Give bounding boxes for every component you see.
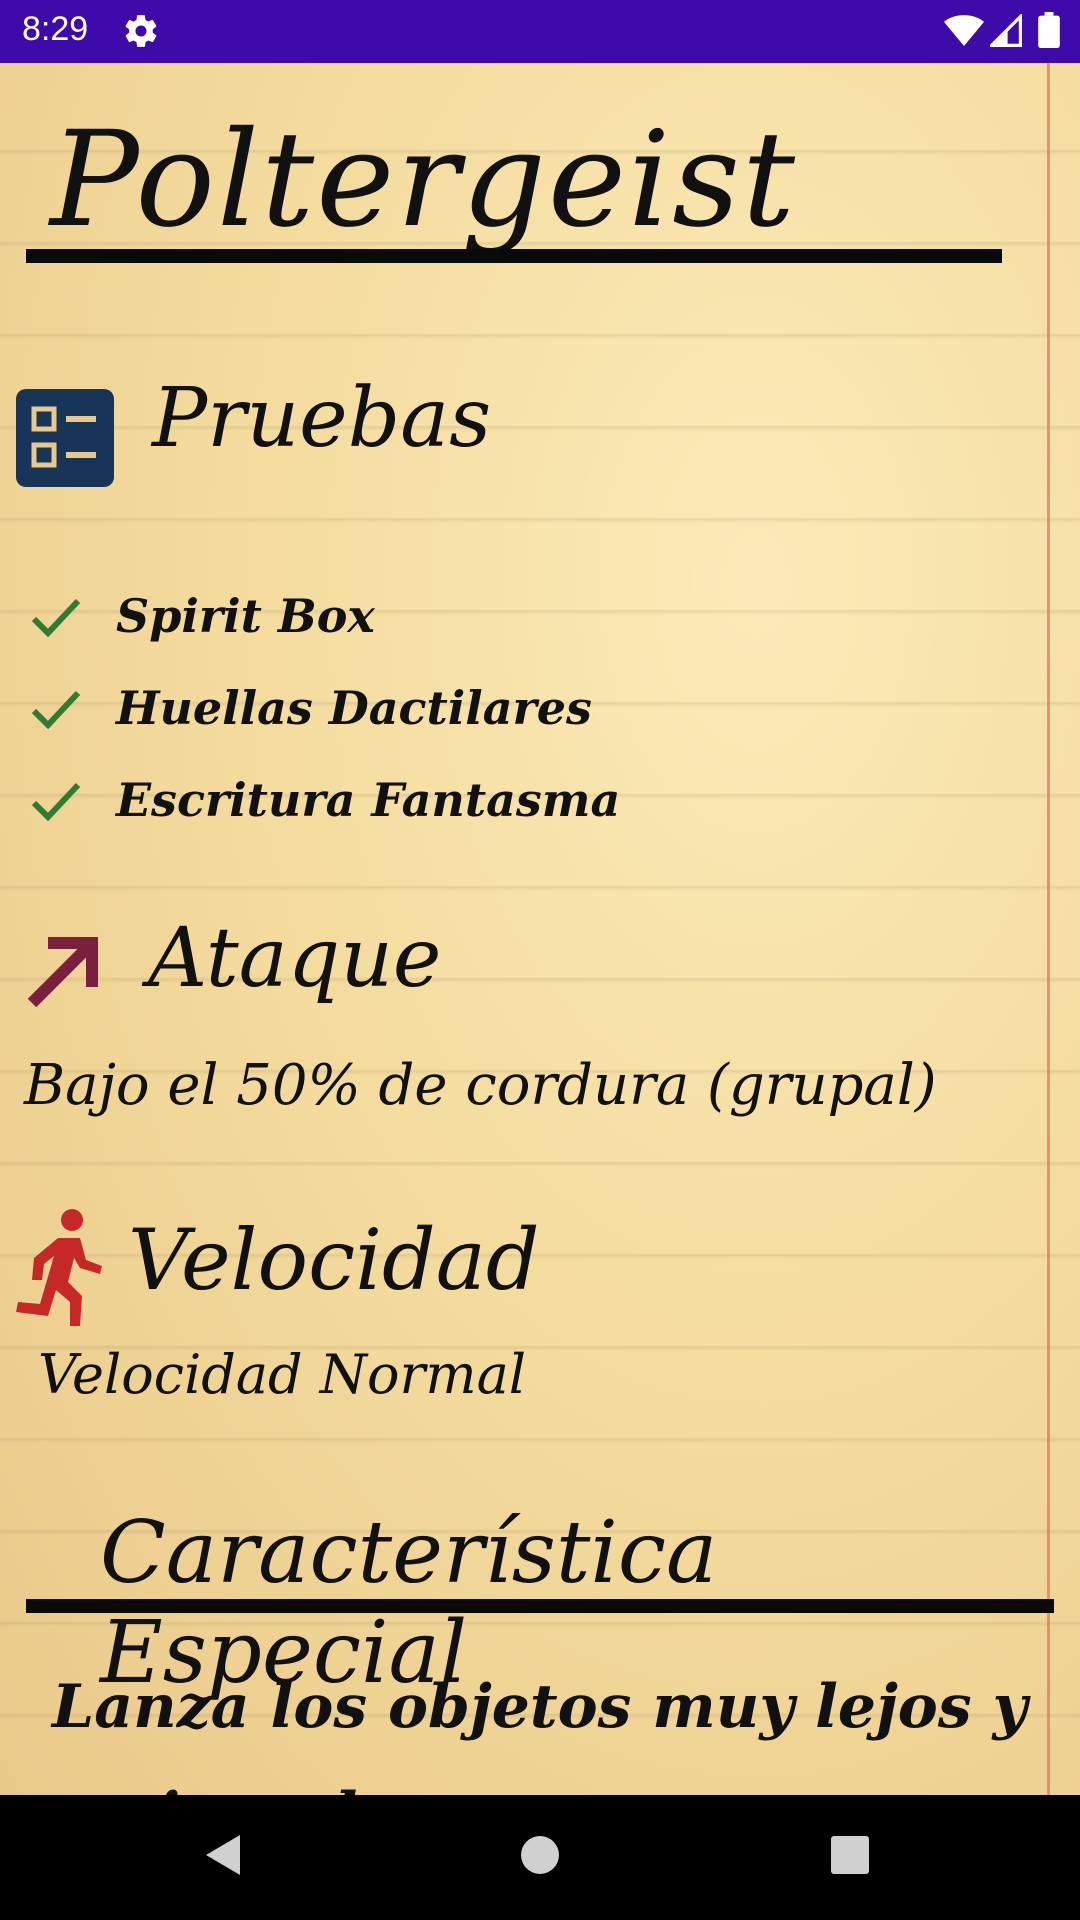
speed-description: Velocidad Normal bbox=[38, 1343, 527, 1406]
evidence-item: Escritura Fantasma bbox=[30, 773, 730, 837]
status-bar: 8:29 bbox=[0, 0, 1080, 63]
evidence-item: Spirit Box bbox=[30, 589, 730, 653]
check-icon bbox=[31, 782, 81, 822]
status-time: 8:29 bbox=[22, 10, 89, 48]
gear-icon bbox=[125, 15, 157, 47]
attack-section-title: Ataque bbox=[148, 911, 442, 1006]
back-icon[interactable] bbox=[196, 1825, 256, 1885]
running-person-icon bbox=[16, 1209, 102, 1326]
attack-description: Bajo el 50% de cordura (grupal) bbox=[24, 1053, 937, 1118]
speed-section-title: Velocidad bbox=[128, 1211, 540, 1309]
check-icon bbox=[31, 598, 81, 638]
evidence-label: Spirit Box bbox=[116, 589, 375, 643]
navigation-bar bbox=[0, 1795, 1080, 1920]
wifi-icon bbox=[944, 15, 984, 46]
evidence-label: Escritura Fantasma bbox=[116, 773, 621, 827]
ghost-detail-page: Poltergeist Pruebas Spirit Box Huellas D… bbox=[0, 63, 1080, 1795]
special-description: Lanza los objetos muy lejos y varios a l… bbox=[52, 1672, 1028, 1795]
recents-icon[interactable] bbox=[820, 1825, 880, 1885]
ghost-name-title: Poltergeist bbox=[50, 103, 798, 257]
check-icon bbox=[31, 690, 81, 730]
title-underline bbox=[26, 249, 1002, 263]
battery-icon bbox=[1038, 12, 1060, 48]
signal-icon bbox=[990, 14, 1022, 47]
evidence-label: Huellas Dactilares bbox=[116, 681, 592, 735]
arrow-up-right-icon bbox=[27, 937, 98, 1008]
home-icon[interactable] bbox=[510, 1825, 570, 1885]
evidence-item: Huellas Dactilares bbox=[30, 681, 730, 745]
checklist-icon bbox=[16, 389, 114, 487]
special-underline bbox=[26, 1599, 1054, 1613]
evidence-section-title: Pruebas bbox=[152, 371, 492, 466]
